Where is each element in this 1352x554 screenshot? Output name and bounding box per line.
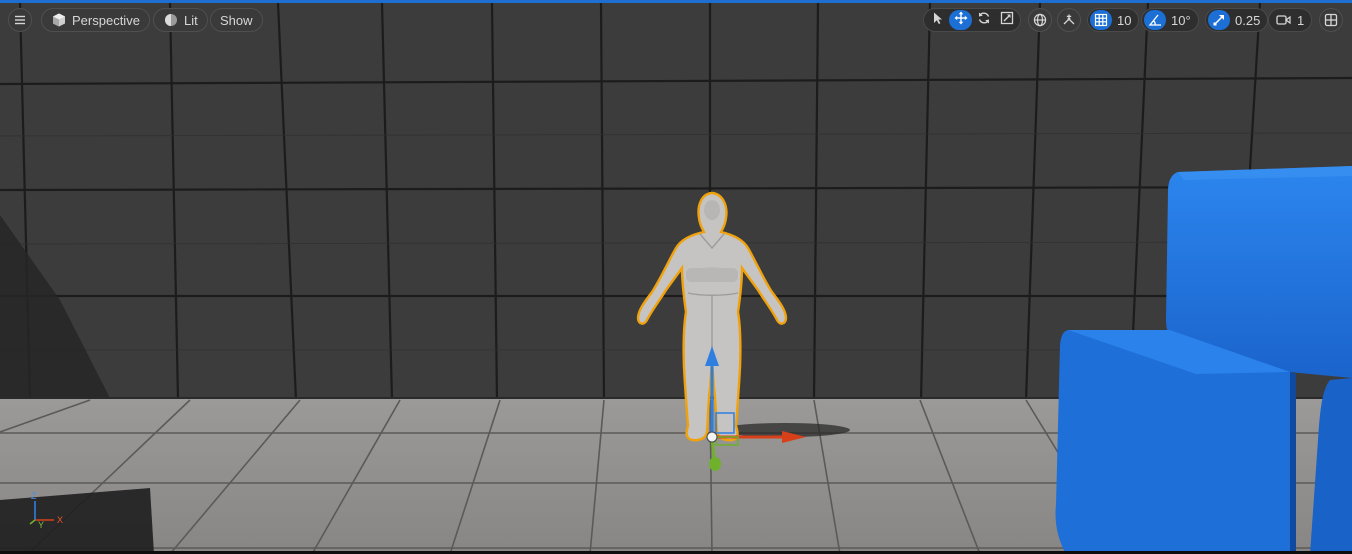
move-icon (954, 11, 968, 30)
world-axis-indicator: Z Y X (29, 491, 63, 530)
globe-icon (1032, 12, 1048, 28)
grid-snap-button[interactable]: 10 (1087, 8, 1140, 32)
show-flags-button[interactable]: Show (210, 8, 263, 32)
surface-snap-icon (1061, 12, 1077, 28)
axis-label-x: X (57, 515, 63, 525)
lighting-mode-label: Lit (184, 12, 198, 28)
axis-label-y: Y (38, 520, 44, 530)
scale-arrow-icon (1208, 10, 1230, 30)
gizmo-y-handle[interactable] (709, 457, 721, 471)
select-tool-button[interactable] (926, 10, 949, 30)
rotate-icon (977, 11, 991, 30)
sphere-icon (163, 12, 179, 28)
translate-tool-button[interactable] (949, 10, 972, 30)
cube-icon (51, 12, 67, 28)
level-viewport[interactable]: Perspective Lit Show 10 10° 0.25 1 Z Y X (0, 0, 1352, 554)
scale-tool-button[interactable] (995, 10, 1018, 30)
viewport-layout-button[interactable] (1319, 8, 1343, 32)
view-mode-label: Perspective (72, 12, 140, 28)
coordinate-space-button[interactable] (1028, 8, 1052, 32)
camera-speed-button[interactable]: 1 (1268, 8, 1313, 32)
viewport-scene[interactable] (0, 0, 1352, 554)
scale-snap-value: 0.25 (1235, 12, 1261, 28)
viewport-active-border (0, 0, 1352, 3)
scale-icon (1000, 11, 1014, 30)
rotation-snap-value: 10° (1171, 12, 1191, 28)
transform-tools-group (923, 8, 1021, 32)
angle-icon (1144, 10, 1166, 30)
axis-label-z: Z (31, 491, 37, 501)
camera-icon (1276, 14, 1291, 26)
grid-icon (1090, 10, 1112, 30)
lighting-mode-button[interactable]: Lit (153, 8, 208, 32)
grid-snap-value: 10 (1117, 12, 1132, 28)
camera-speed-value: 1 (1297, 12, 1305, 28)
hamburger-icon (12, 12, 28, 28)
view-mode-button[interactable]: Perspective (41, 8, 150, 32)
scale-snap-button[interactable]: 0.25 (1205, 8, 1269, 32)
rotate-tool-button[interactable] (972, 10, 995, 30)
gizmo-center[interactable] (706, 431, 718, 443)
viewport-layout-icon (1323, 12, 1339, 28)
rotation-snap-button[interactable]: 10° (1141, 8, 1199, 32)
surface-snapping-button[interactable] (1057, 8, 1081, 32)
viewport-menu-button[interactable] (8, 8, 32, 32)
cursor-icon (931, 11, 945, 30)
show-label: Show (220, 12, 253, 28)
